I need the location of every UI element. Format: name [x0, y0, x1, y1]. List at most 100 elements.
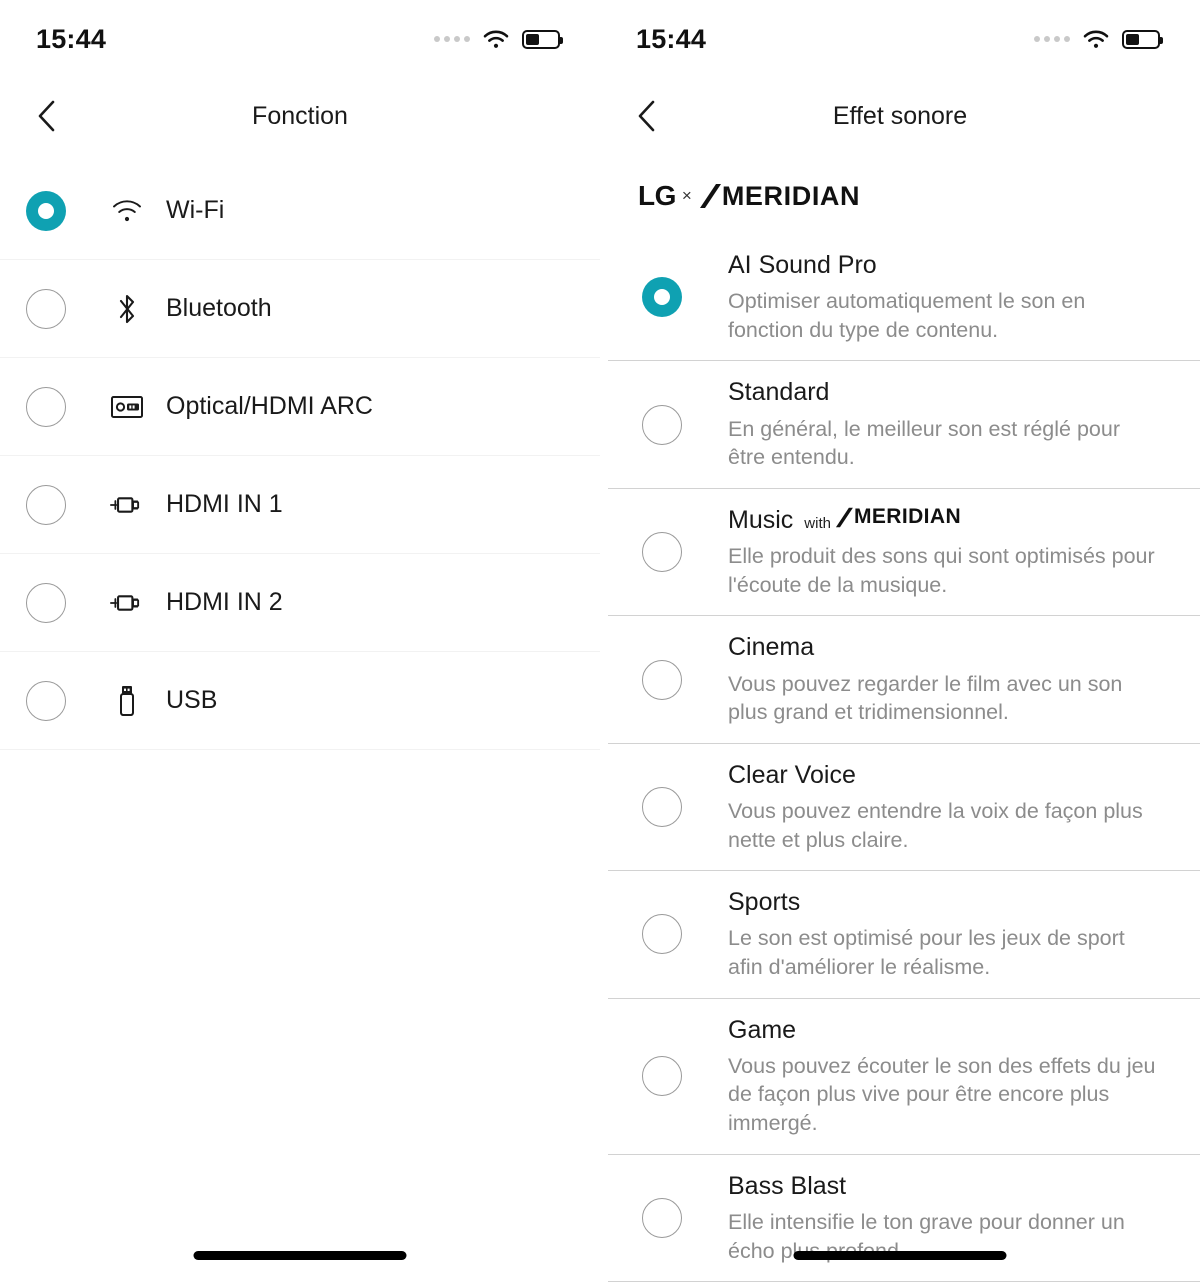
- function-list: Wi-Fi Bluetooth Optical/HDMI ARC HDMI IN…: [0, 162, 600, 750]
- list-item-title-line: Music with MERIDIAN: [728, 505, 1160, 536]
- page-title-fonction: Fonction: [252, 101, 348, 130]
- sound-effect-list: AI Sound Pro Optimiser automatiquement l…: [600, 234, 1200, 1283]
- radio-music[interactable]: [642, 532, 682, 573]
- radio-wifi[interactable]: [26, 190, 66, 231]
- screen-effet-sonore: 15:44 Effet sonore LG × MERIDIAN AI Soun…: [600, 0, 1200, 1285]
- list-item-description: Vous pouvez écouter le son des effets du…: [728, 1053, 1156, 1136]
- list-item-title: Sports: [728, 888, 801, 917]
- list-item-label: HDMI IN 1: [166, 490, 283, 518]
- list-item-description: Vous pouvez entendre la voix de façon pl…: [728, 799, 1143, 852]
- with-label: with: [804, 514, 831, 532]
- list-item-usb[interactable]: USB: [0, 652, 600, 750]
- list-item-label: Wi-Fi: [166, 196, 225, 224]
- list-item-description: En général, le meilleur son est réglé po…: [728, 416, 1120, 470]
- back-button-effet-sonore[interactable]: [624, 93, 670, 139]
- list-item-optical-hdmi-arc[interactable]: Optical/HDMI ARC: [0, 358, 600, 456]
- list-item-label: Optical/HDMI ARC: [166, 392, 373, 420]
- radio-optical-hdmi-arc[interactable]: [26, 386, 66, 427]
- list-item-music[interactable]: Music with MERIDIAN Elle produit des son…: [608, 487, 1200, 615]
- radio-bass-blast[interactable]: [642, 1197, 682, 1238]
- navbar-left: Fonction: [0, 78, 600, 154]
- wifi-icon: [483, 30, 509, 48]
- radio-hdmi-in-2[interactable]: [26, 582, 66, 623]
- chevron-left-icon: [638, 100, 655, 132]
- list-item-description: Le son est optimisé pour les jeux de spo…: [728, 926, 1125, 980]
- status-bar-left: 15:44: [0, 0, 600, 78]
- list-item-clear-voice[interactable]: Clear Voice Vous pouvez entendre la voix…: [608, 742, 1200, 870]
- status-clock: 15:44: [36, 23, 107, 54]
- list-item-title-line: Cinema: [728, 632, 1160, 663]
- list-item-hdmi-in-2[interactable]: HDMI IN 2: [0, 554, 600, 652]
- radio-ai-sound-pro[interactable]: [642, 277, 682, 318]
- hdmi-plug-icon: [110, 488, 144, 522]
- meridian-text: MERIDIAN: [721, 180, 861, 211]
- list-item-texts: Sports Le son est optimisé pour les jeux…: [728, 887, 1160, 981]
- list-item-title: Game: [728, 1015, 797, 1044]
- radio-cinema[interactable]: [642, 659, 682, 700]
- list-item-title: AI Sound Pro: [728, 251, 877, 279]
- meridian-slash-icon: [835, 507, 853, 528]
- list-item-title-line: Standard: [728, 377, 1160, 408]
- status-indicators: [1034, 29, 1163, 49]
- list-item-title-line: Bass Blast: [728, 1171, 1160, 1202]
- navbar-right: Effet sonore: [600, 78, 1200, 154]
- meridian-wordmark: MERIDIAN: [699, 181, 860, 212]
- list-item-label: HDMI IN 2: [166, 588, 283, 616]
- home-indicator-left[interactable]: [193, 1251, 407, 1260]
- radio-sports[interactable]: [642, 914, 682, 955]
- page-title-effet-sonore: Effet sonore: [832, 101, 968, 130]
- hdmi-plug-icon: [110, 586, 144, 620]
- back-button-fonction[interactable]: [24, 93, 70, 139]
- list-item-title: Cinema: [728, 633, 815, 662]
- radio-game[interactable]: [642, 1056, 682, 1097]
- list-item-label: Bluetooth: [166, 294, 272, 322]
- wifi-icon: [110, 194, 144, 228]
- list-item-ai-sound-pro[interactable]: AI Sound Pro Optimiser automatiquement l…: [608, 234, 1200, 360]
- list-item-cinema[interactable]: Cinema Vous pouvez regarder le film avec…: [608, 615, 1200, 742]
- dual-screen-container: 15:44 Fonction Wi-Fi Bluetooth Optical/H…: [0, 0, 1200, 1285]
- home-indicator-right[interactable]: [793, 1251, 1007, 1260]
- wifi-icon: [1083, 30, 1109, 48]
- times-symbol: ×: [681, 186, 692, 205]
- usb-drive-icon: [110, 684, 144, 718]
- list-item-hdmi-in-1[interactable]: HDMI IN 1: [0, 456, 600, 554]
- list-item-description: Vous pouvez regarder le film avec un son…: [728, 671, 1123, 725]
- status-clock: 15:44: [636, 23, 707, 54]
- radio-hdmi-in-1[interactable]: [26, 484, 66, 525]
- radio-usb[interactable]: [26, 680, 66, 721]
- radio-bluetooth[interactable]: [26, 288, 66, 329]
- list-item-title-line: Game: [728, 1015, 1160, 1046]
- bluetooth-icon: [110, 292, 144, 326]
- list-item-texts: Standard En général, le meilleur son est…: [728, 377, 1160, 471]
- list-item-standard[interactable]: Standard En général, le meilleur son est…: [608, 360, 1200, 487]
- list-item-title: Clear Voice: [728, 760, 856, 789]
- list-item-texts: Clear Voice Vous pouvez entendre la voix…: [728, 760, 1160, 854]
- list-item-title-line: AI Sound Pro: [728, 250, 1160, 281]
- list-item-texts: AI Sound Pro Optimiser automatiquement l…: [728, 250, 1160, 344]
- list-item-title: Bass Blast: [728, 1171, 847, 1200]
- list-item-game[interactable]: Game Vous pouvez écouter le son des effe…: [608, 997, 1200, 1154]
- meridian-slash-icon: [699, 184, 721, 208]
- battery-icon: [1122, 29, 1163, 49]
- radio-clear-voice[interactable]: [642, 786, 682, 827]
- radio-standard[interactable]: [642, 404, 682, 445]
- list-item-title-line: Sports: [728, 887, 1160, 918]
- screen-fonction: 15:44 Fonction Wi-Fi Bluetooth Optical/H…: [0, 0, 600, 1285]
- list-item-description: Elle produit des sons qui sont optimisés…: [728, 544, 1155, 597]
- list-item-bass-blast[interactable]: Bass Blast Elle intensifie le ton grave …: [608, 1153, 1200, 1283]
- chevron-left-icon: [38, 100, 55, 132]
- list-item-sports[interactable]: Sports Le son est optimisé pour les jeux…: [608, 870, 1200, 997]
- list-item-wifi[interactable]: Wi-Fi: [0, 162, 600, 260]
- list-item-bluetooth[interactable]: Bluetooth: [0, 260, 600, 358]
- list-item-title: Music: [728, 505, 794, 534]
- lg-meridian-logo: LG × MERIDIAN: [600, 154, 1200, 234]
- optical-arc-icon: [110, 390, 144, 424]
- list-item-texts: Music with MERIDIAN Elle produit des son…: [728, 505, 1160, 599]
- list-item-texts: Cinema Vous pouvez regarder le film avec…: [728, 632, 1160, 726]
- meridian-wordmark-inline: MERIDIAN: [835, 505, 961, 529]
- list-item-description: Optimiser automatiquement le son en fonc…: [728, 289, 1086, 342]
- status-indicators: [434, 29, 563, 49]
- signal-dots-icon: [434, 36, 470, 42]
- list-item-title-line: Clear Voice: [728, 760, 1160, 791]
- lg-wordmark: LG: [638, 180, 676, 211]
